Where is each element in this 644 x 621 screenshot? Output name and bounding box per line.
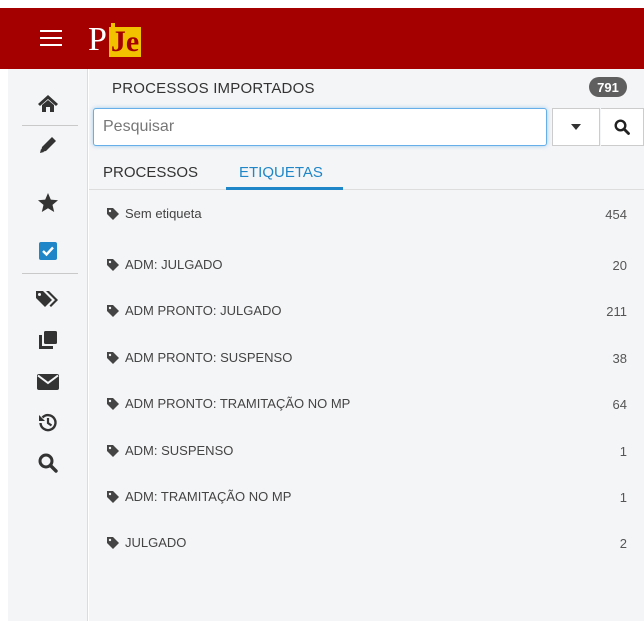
list-item[interactable]: Sem etiqueta 454 <box>89 193 644 238</box>
list-item-count: 20 <box>612 258 627 273</box>
list-item[interactable]: ADM: TRAMITAÇÃO NO MP 1 <box>89 476 644 521</box>
search-bar <box>93 108 644 146</box>
list-item[interactable]: ADM: JULGADO 20 <box>89 244 644 289</box>
list-item-label: ADM PRONTO: JULGADO <box>125 303 282 318</box>
star-icon[interactable] <box>8 182 88 222</box>
list-item-count: 211 <box>606 304 627 319</box>
tab-bar: PROCESSOS ETIQUETAS <box>89 156 644 190</box>
search-icon <box>614 119 630 135</box>
tab-etiquetas[interactable]: ETIQUETAS <box>239 164 323 181</box>
list-item-count: 1 <box>619 444 627 459</box>
copy-icon[interactable] <box>8 320 88 360</box>
list-item-count: 2 <box>619 536 627 551</box>
tag-icon <box>107 258 119 271</box>
list-item-label: JULGADO <box>125 535 187 550</box>
active-tab-indicator <box>226 187 343 190</box>
list-item-label: ADM PRONTO: TRAMITAÇÃO NO MP <box>125 396 351 411</box>
tags-icon[interactable] <box>8 279 88 319</box>
top-bar: P Je <box>0 0 644 69</box>
list-item[interactable]: ADM: SUSPENSO 1 <box>89 430 644 475</box>
list-item-label: Sem etiqueta <box>125 206 202 221</box>
list-item[interactable]: ADM PRONTO: JULGADO 211 <box>89 290 644 335</box>
list-item-label: ADM: JULGADO <box>125 257 223 272</box>
list-item[interactable]: ADM PRONTO: TRAMITAÇÃO NO MP 64 <box>89 383 644 428</box>
search-input[interactable] <box>93 108 547 146</box>
tag-icon <box>107 536 119 549</box>
tag-icon <box>107 304 119 317</box>
caret-down-icon <box>571 124 581 130</box>
search-icon[interactable] <box>8 443 88 483</box>
tag-icon <box>107 351 119 364</box>
tag-icon <box>107 444 119 457</box>
list-item[interactable]: JULGADO 2 <box>89 522 644 567</box>
count-badge: 791 <box>589 77 627 97</box>
history-icon[interactable] <box>8 403 88 443</box>
list-item-count: 1 <box>619 490 627 505</box>
imported-processes-panel: PROCESSOS IMPORTADOS 791 PROCESSOS ETIQU… <box>89 69 644 621</box>
tag-icon <box>107 207 119 220</box>
panel-title: PROCESSOS IMPORTADOS <box>112 80 315 97</box>
pencil-icon[interactable] <box>8 125 88 165</box>
checkbox-icon[interactable] <box>8 231 88 271</box>
list-item[interactable]: ADM PRONTO: SUSPENSO 38 <box>89 337 644 382</box>
search-button[interactable] <box>601 108 644 146</box>
list-item-count: 38 <box>612 351 627 366</box>
home-icon[interactable] <box>8 83 88 123</box>
tag-icon <box>107 490 119 503</box>
list-item-count: 454 <box>605 207 627 222</box>
envelope-icon[interactable] <box>8 362 88 402</box>
tag-icon <box>107 397 119 410</box>
list-item-label: ADM: SUSPENSO <box>125 443 234 458</box>
rail-divider <box>22 273 78 274</box>
tab-processos[interactable]: PROCESSOS <box>103 164 198 181</box>
pje-logo[interactable]: P Je <box>88 19 142 57</box>
list-item-label: ADM: TRAMITAÇÃO NO MP <box>125 489 292 504</box>
list-item-count: 64 <box>612 397 627 412</box>
list-item-label: ADM PRONTO: SUSPENSO <box>125 350 293 365</box>
search-dropdown-button[interactable] <box>552 108 600 146</box>
menu-icon[interactable] <box>40 30 62 46</box>
side-nav <box>8 69 88 621</box>
